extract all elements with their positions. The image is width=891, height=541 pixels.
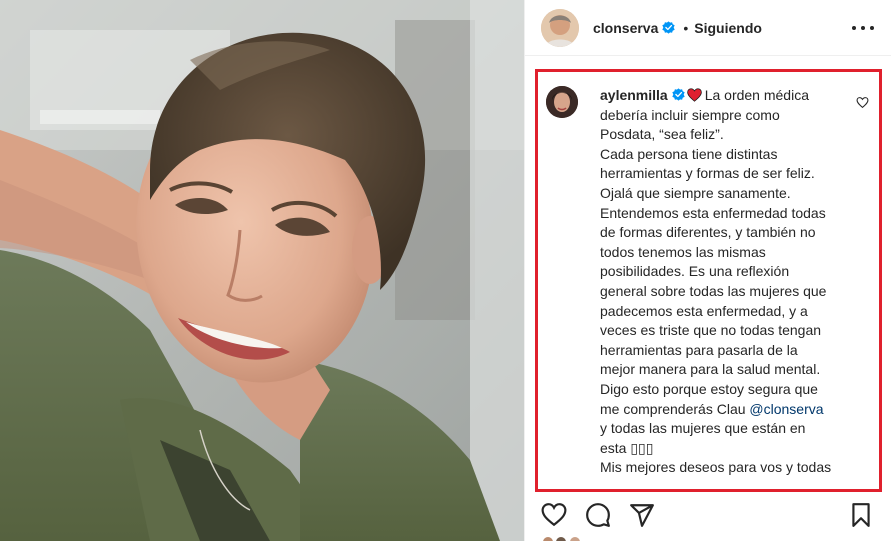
liker-avatar	[554, 535, 569, 541]
post-header: clonserva • Siguiendo	[525, 0, 891, 56]
comment-line: padecemos esta enfermedad, y a	[600, 302, 808, 319]
liker-avatar	[541, 535, 555, 541]
following-button[interactable]: Siguiendo	[694, 20, 762, 36]
speech-bubble-icon[interactable]	[585, 502, 611, 528]
mention-link[interactable]: @clonserva	[749, 401, 823, 417]
comment-line: Cada persona tiene distintas	[600, 145, 778, 162]
comment-line: La orden médica	[704, 87, 809, 103]
red-heart-emoji-icon	[686, 88, 702, 102]
author-username[interactable]: clonserva	[593, 20, 658, 36]
bookmark-icon[interactable]	[848, 502, 874, 528]
verified-badge-icon	[662, 21, 676, 34]
comment-line: Ojalá que siempre sanamente.	[600, 184, 791, 201]
comment-line: herramientas para pasarla de la	[600, 341, 798, 358]
verified-badge-icon	[672, 88, 685, 101]
more-options-icon[interactable]	[852, 17, 874, 39]
heart-outline-icon[interactable]	[541, 502, 567, 528]
comment-line: me comprenderás Clau	[600, 400, 750, 417]
comment-item: aylenmilla La orden médica debería inclui…	[538, 72, 879, 478]
instagram-post-view: clonserva • Siguiendo aylenmilla La orde…	[0, 0, 891, 541]
comment-line: todos tenemos las mismas	[600, 243, 766, 260]
paper-plane-icon[interactable]	[629, 502, 655, 528]
comment-line: general sobre todas las mujeres que	[600, 282, 827, 299]
comment-line: posibilidades. Es una reflexión	[600, 263, 790, 280]
comment-line: Entendemos esta enfermedad todas	[600, 204, 826, 221]
comment-line: esta ▯▯▯	[600, 439, 654, 456]
author-avatar[interactable]	[541, 8, 579, 47]
commenter-avatar[interactable]	[546, 86, 578, 118]
post-photo[interactable]	[0, 0, 524, 541]
comment-line: Posdata, “sea feliz”.	[600, 126, 724, 143]
highlighted-comment-box: aylenmilla La orden médica debería inclui…	[535, 69, 882, 492]
comment-like-heart-icon[interactable]	[856, 96, 869, 109]
liker-avatar	[567, 535, 582, 541]
post-side-panel: clonserva • Siguiendo aylenmilla La orde…	[524, 0, 891, 541]
separator-dot: •	[683, 19, 689, 36]
portrait-image	[0, 0, 524, 541]
comment-line: veces es triste que no todas tengan	[600, 322, 822, 339]
author-username-row: clonserva	[593, 20, 676, 36]
comment-line: de formas diferentes, y también no	[600, 224, 816, 241]
liked-by-avatars[interactable]	[541, 535, 601, 541]
comment-body: aylenmilla La orden médica debería inclui…	[600, 86, 849, 478]
comment-line: Digo esto porque estoy segura que	[600, 380, 818, 397]
comment-line: debería incluir siempre como	[600, 106, 780, 123]
comment-line: herramientas y formas de ser feliz.	[600, 165, 815, 182]
comment-line: y todas las mujeres que están en	[600, 420, 806, 437]
commenter-username[interactable]: aylenmilla	[600, 87, 668, 103]
comment-line: mejor manera para la salud mental.	[600, 361, 821, 378]
post-action-bar	[525, 498, 891, 534]
comment-line: Mis mejores deseos para vos y todas	[600, 459, 832, 476]
